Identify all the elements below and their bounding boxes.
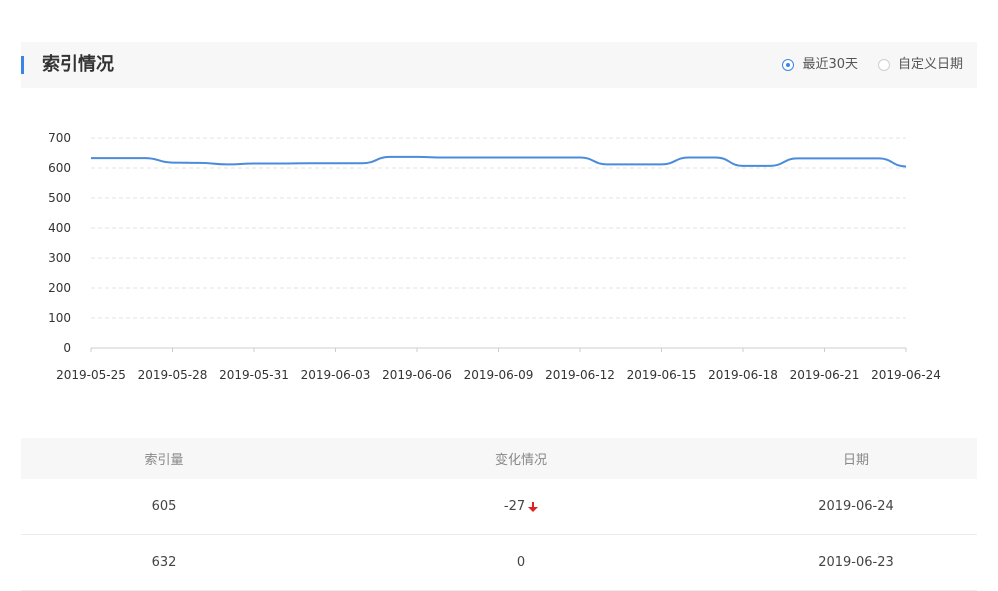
y-tick-label: 500 bbox=[48, 191, 71, 205]
y-tick-label: 100 bbox=[48, 311, 71, 325]
cell-index-count: 605 bbox=[151, 499, 177, 514]
arrow-down-icon bbox=[528, 501, 539, 512]
cell-date: 2019-06-24 bbox=[818, 499, 894, 514]
radio-unselected-icon[interactable] bbox=[877, 59, 890, 71]
header-date: 日期 bbox=[842, 453, 869, 468]
y-tick-label: 300 bbox=[48, 251, 71, 265]
cell-date: 2019-06-23 bbox=[818, 555, 894, 570]
y-tick-label: 400 bbox=[48, 221, 71, 235]
y-tick-label: 700 bbox=[48, 131, 71, 145]
x-tick-label: 2019-06-18 bbox=[708, 368, 778, 382]
x-tick-label: 2019-06-21 bbox=[790, 368, 860, 382]
x-tick-label: 2019-06-09 bbox=[464, 368, 534, 382]
change-value: -27 bbox=[503, 499, 526, 514]
radio-custom-date[interactable]: 自定义日期 bbox=[877, 57, 963, 73]
header-index-count: 索引量 bbox=[144, 453, 184, 468]
title-accent-bar bbox=[21, 56, 24, 74]
x-tick-label: 2019-05-25 bbox=[56, 368, 126, 382]
table-header: 索引量 变化情况 日期 bbox=[21, 438, 977, 479]
change-value: 0 bbox=[516, 555, 526, 570]
radio-last-30-days[interactable]: 最近30天 bbox=[782, 57, 858, 73]
y-tick-label: 200 bbox=[48, 281, 71, 295]
x-tick-label: 2019-06-03 bbox=[301, 368, 371, 382]
y-tick-label: 0 bbox=[63, 341, 71, 355]
header-change: 变化情况 bbox=[494, 453, 547, 468]
radio-selected-icon[interactable] bbox=[782, 59, 795, 71]
cell-change: -27 bbox=[307, 499, 735, 514]
index-line-chart: 0 100 200 300 400 500 600 700 2019-05-25 2019-05-… bbox=[48, 131, 941, 382]
index-table: 索引量 变化情况 日期 605 -27 2019-06-24 632 0 201… bbox=[21, 438, 977, 591]
x-tick-label: 2019-06-12 bbox=[545, 368, 615, 382]
table-row: 632 0 2019-06-23 bbox=[21, 535, 977, 591]
x-tick-label: 2019-06-06 bbox=[382, 368, 452, 382]
section-header: 索引情况 最近30天 自定义日期 bbox=[21, 42, 977, 88]
radio-label-custom-date: 自定义日期 bbox=[897, 57, 963, 72]
radio-label-last-30-days: 最近30天 bbox=[802, 57, 858, 72]
date-range-radio-group: 最近30天 自定义日期 bbox=[762, 57, 963, 73]
section-title: 索引情况 bbox=[42, 54, 114, 75]
cell-change: 0 bbox=[307, 555, 735, 570]
table-row: 605 -27 2019-06-24 bbox=[21, 479, 977, 535]
y-tick-label: 600 bbox=[48, 161, 71, 175]
cell-index-count: 632 bbox=[151, 555, 177, 570]
series-line bbox=[91, 155, 907, 168]
x-tick-label: 2019-05-28 bbox=[138, 368, 208, 382]
x-tick-label: 2019-05-31 bbox=[219, 368, 289, 382]
x-tick-label: 2019-06-15 bbox=[627, 368, 697, 382]
x-tick-label: 2019-06-24 bbox=[871, 368, 941, 382]
